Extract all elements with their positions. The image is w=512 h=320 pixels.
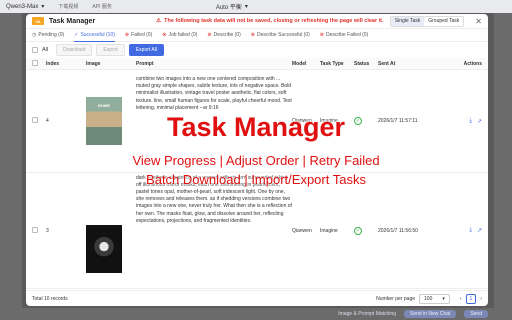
row-task-type: Imagine bbox=[320, 227, 338, 234]
tab-label: Failed (0) bbox=[131, 32, 153, 38]
column-sent-at: Sent At bbox=[378, 60, 396, 67]
warning-text: The following task data will not be save… bbox=[164, 18, 384, 24]
table-header: Index Image Prompt Model Task Type Statu… bbox=[26, 58, 488, 70]
select-all-label: All bbox=[42, 47, 49, 53]
tab-label: Job failed (0) bbox=[168, 32, 198, 38]
tab-label: Describe (0) bbox=[213, 32, 241, 38]
per-page-label: Number per page bbox=[376, 295, 416, 302]
close-icon[interactable]: ✕ bbox=[475, 17, 482, 26]
modal-header: VA Task Manager ⚠ The following task data… bbox=[26, 14, 488, 29]
header-checkbox[interactable] bbox=[32, 59, 38, 66]
check-circle-icon: ⊗ bbox=[250, 32, 255, 38]
clock-icon: ◷ bbox=[32, 32, 37, 38]
tab-label: Successful (10) bbox=[80, 31, 115, 38]
tab-describe-failed[interactable]: ⊗ Describe Failed (0) bbox=[320, 29, 368, 42]
model-selector[interactable]: Qwen3-Max ▾ bbox=[6, 3, 45, 11]
tab-describe-successful[interactable]: ⊗ Describe Successful (0) bbox=[251, 29, 310, 42]
auto-mode-selector[interactable]: Auto 平衡 ▾ bbox=[216, 2, 248, 11]
row-checkbox[interactable] bbox=[32, 226, 38, 233]
check-circle-icon: ✓ bbox=[74, 31, 79, 38]
row-index: 3 bbox=[46, 227, 49, 234]
share-icon[interactable]: ↗ bbox=[477, 227, 482, 234]
total-records: Total 10 records bbox=[32, 295, 68, 302]
warning-message: ⚠ The following task data will not be sav… bbox=[156, 18, 383, 24]
row-prompt: dark Aesthetic oilpainting of a woman wi… bbox=[136, 174, 292, 224]
table-row: 3 dark Aesthetic oilpainting of a woman … bbox=[26, 173, 488, 289]
send-button[interactable]: Send bbox=[464, 310, 488, 318]
grouped-task-option[interactable]: Grouped Task bbox=[424, 17, 463, 26]
overlay-line-1: View Progress | Adjust Order | Retry Fai… bbox=[132, 153, 380, 168]
x-circle-icon: ⊗ bbox=[124, 32, 130, 38]
x-circle-icon: ⊗ bbox=[162, 32, 167, 38]
tab-describe[interactable]: ⊗ Describe (0) bbox=[207, 29, 240, 42]
modal-title: Task Manager bbox=[49, 17, 96, 25]
pagination: ‹ 1 › bbox=[460, 293, 482, 304]
browser-top-bar: Qwen3-Max ▾ 下载视频 API 服务 Auto 平衡 ▾ bbox=[0, 0, 512, 13]
overlay-line-2: Batch Download | Import/Export Tasks bbox=[146, 172, 366, 187]
column-prompt: Prompt bbox=[136, 60, 154, 67]
background-bottom-bar: Image & Prompt Matching Send in New Chat… bbox=[22, 308, 494, 320]
tab-label: Describe Failed (0) bbox=[325, 32, 369, 38]
per-page-select[interactable]: 100 ▾ bbox=[419, 293, 450, 304]
column-image: Image bbox=[86, 60, 101, 67]
x-circle-icon: ⊗ bbox=[207, 32, 212, 38]
app-logo: VA bbox=[32, 17, 44, 25]
matching-link[interactable]: Image & Prompt Matching bbox=[338, 311, 396, 317]
chevron-down-icon: ▾ bbox=[244, 4, 248, 10]
column-index: Index bbox=[46, 60, 60, 67]
per-page-value: 100 bbox=[424, 295, 433, 302]
column-task-type: Task Type bbox=[320, 60, 344, 67]
x-circle-icon: ⊗ bbox=[319, 32, 324, 38]
warning-icon: ⚠ bbox=[156, 18, 162, 24]
chevron-down-icon: ▾ bbox=[442, 295, 445, 302]
tab-pending[interactable]: ◷ Pending (0) bbox=[32, 29, 64, 42]
download-button[interactable]: Download bbox=[56, 44, 93, 56]
row-sent-at: 2026/1/7 11:56:50 bbox=[378, 227, 418, 234]
success-status-icon: ✓ bbox=[354, 226, 362, 235]
next-page-icon[interactable]: › bbox=[480, 296, 482, 302]
task-mode-toggle: Single Task Grouped Task bbox=[389, 15, 465, 27]
column-actions: Actions bbox=[463, 60, 482, 67]
auto-label: Auto 平衡 bbox=[215, 5, 242, 11]
tab-successful[interactable]: ✓ Successful (10) bbox=[74, 29, 115, 42]
tab-label: Pending (0) bbox=[38, 32, 65, 38]
export-button[interactable]: Export bbox=[96, 44, 125, 56]
column-model: Model bbox=[292, 60, 307, 67]
tab-job-failed[interactable]: ⊗ Job failed (0) bbox=[162, 29, 197, 42]
single-task-option[interactable]: Single Task bbox=[390, 16, 425, 26]
status-tabs: ◷ Pending (0) ✓ Successful (10) ⊗ Failed (0… bbox=[26, 29, 488, 42]
overlay-title: Task Manager bbox=[166, 112, 346, 142]
chevron-down-icon: ▾ bbox=[41, 4, 45, 10]
thumbnail-text: ROME bbox=[98, 103, 110, 108]
row-model: Qianwen bbox=[292, 227, 312, 234]
prev-page-icon[interactable]: ‹ bbox=[460, 296, 462, 302]
export-all-button[interactable]: Export All bbox=[128, 44, 164, 56]
select-all-checkbox[interactable] bbox=[32, 47, 38, 53]
column-status: Status bbox=[354, 60, 370, 67]
task-thumbnail[interactable] bbox=[86, 224, 122, 273]
send-new-chat-button[interactable]: Send in New Chat bbox=[404, 310, 457, 318]
nav-item-1[interactable]: API 服务 bbox=[92, 3, 111, 10]
nav-item-0[interactable]: 下载视频 bbox=[58, 3, 78, 10]
table-footer: Total 10 records Number per page 100 ▾ ‹ … bbox=[26, 290, 488, 306]
tab-label: Describe Successful (0) bbox=[256, 32, 310, 38]
model-label: Qwen3-Max bbox=[6, 3, 39, 10]
page-number[interactable]: 1 bbox=[465, 293, 477, 304]
download-icon[interactable]: ⤓ bbox=[469, 227, 472, 234]
tab-failed[interactable]: ⊗ Failed (0) bbox=[125, 29, 152, 42]
bulk-toolbar: All Download Export Export All bbox=[26, 42, 488, 58]
